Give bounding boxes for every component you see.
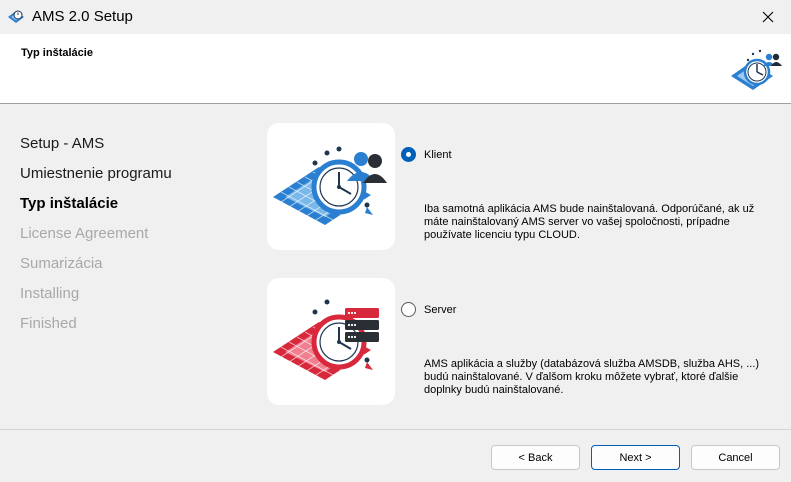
server-stack-icon xyxy=(273,299,379,380)
radio-klient-label: Klient xyxy=(424,148,452,161)
client-users-icon xyxy=(273,146,387,225)
wizard-header: Typ inštalácie xyxy=(0,34,791,104)
step-license-agreement: License Agreement xyxy=(20,225,149,242)
radio-klient[interactable]: Klient xyxy=(401,147,452,162)
radio-klient-control[interactable] xyxy=(401,147,416,162)
klient-description: Iba samotná aplikácia AMS bude nainštalo… xyxy=(424,203,755,241)
step-finished: Finished xyxy=(20,315,77,332)
next-button[interactable]: Next > xyxy=(591,445,680,470)
step-umiestnenie: Umiestnenie programu xyxy=(20,165,172,182)
radio-server[interactable]: Server xyxy=(401,302,456,317)
server-option-image[interactable] xyxy=(267,278,395,405)
radio-server-control[interactable] xyxy=(401,302,416,317)
ams-logo-icon xyxy=(731,49,782,90)
page-title: Typ inštalácie xyxy=(21,47,93,59)
ams-logo-icon xyxy=(8,10,24,23)
step-installing: Installing xyxy=(20,285,80,302)
server-description: AMS aplikácia a služby (databázová služb… xyxy=(424,358,760,396)
step-setup-ams: Setup - AMS xyxy=(20,135,105,152)
close-button[interactable] xyxy=(745,0,791,34)
step-sumarizacia: Sumarizácia xyxy=(20,255,103,272)
wizard-steps: Setup - AMS Umiestnenie programu Typ inš… xyxy=(20,134,172,344)
step-typ-instalacie: Typ inštalácie xyxy=(20,195,119,212)
title-bar: AMS 2.0 Setup xyxy=(0,0,791,34)
radio-server-label: Server xyxy=(424,303,457,316)
window-title: AMS 2.0 Setup xyxy=(32,8,133,25)
back-button[interactable]: < Back xyxy=(491,445,580,470)
cancel-button[interactable]: Cancel xyxy=(691,445,780,470)
close-icon xyxy=(762,11,774,23)
footer-divider xyxy=(0,429,791,430)
client-option-image[interactable] xyxy=(267,123,395,250)
